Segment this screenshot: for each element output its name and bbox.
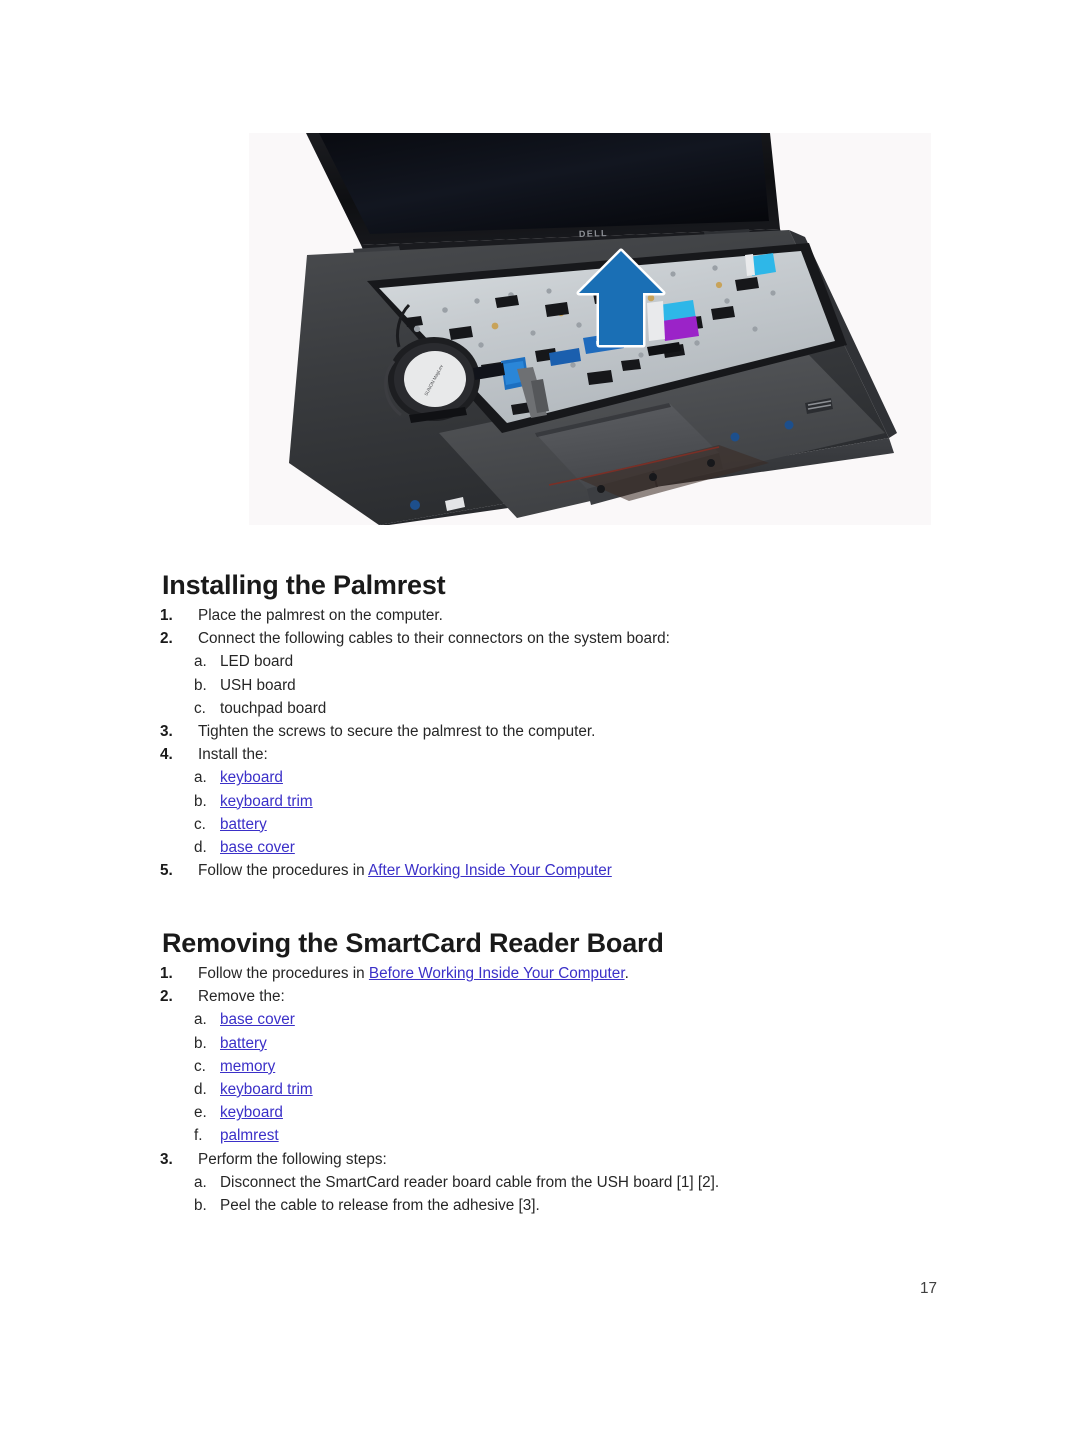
list-marker: 2. — [160, 630, 173, 648]
list-marker: 1. — [160, 965, 173, 982]
link-keyboard-trim[interactable]: keyboard trim — [220, 793, 313, 810]
list-item: b. keyboard trim — [160, 791, 980, 814]
link-before-working-inside-your-computer[interactable]: Before Working Inside Your Computer — [369, 965, 625, 982]
link-base-cover[interactable]: base cover — [220, 839, 295, 856]
list-marker: d. — [194, 838, 207, 856]
list-text-after: . — [624, 965, 629, 982]
link-keyboard[interactable]: keyboard — [220, 769, 283, 786]
list-marker: b. — [194, 792, 207, 810]
link-palmrest[interactable]: palmrest — [220, 1127, 279, 1144]
list-marker: f. — [194, 1127, 203, 1145]
procedure-list-removing-the-smartcard-reader-board: 1. Follow the procedures in Before Worki… — [160, 963, 980, 1218]
list-item: a. LED board — [160, 651, 980, 674]
page-heading-installing-the-palmrest: Installing the Palmrest — [162, 570, 446, 601]
list-text-before: Follow the procedures in — [198, 862, 369, 880]
list-item: 4. Install the: — [160, 744, 980, 767]
list-text: Install the: — [198, 746, 268, 764]
list-marker: a. — [194, 769, 207, 787]
list-item: a. base cover — [160, 1009, 980, 1032]
list-item: b. battery — [160, 1033, 980, 1056]
list-item: b. USH board — [160, 675, 980, 698]
list-marker: e. — [194, 1104, 207, 1122]
list-item: 5. Follow the procedures in After Workin… — [160, 860, 980, 883]
list-marker: a. — [194, 1173, 207, 1191]
procedure-list-installing-the-palmrest: 1. Place the palmrest on the computer. 2… — [160, 605, 980, 883]
link-keyboard-trim[interactable]: keyboard trim — [220, 1081, 313, 1098]
link-battery[interactable]: battery — [220, 1035, 267, 1052]
list-text: LED board — [220, 653, 294, 671]
list-marker: c. — [194, 1057, 206, 1075]
link-memory[interactable]: memory — [220, 1058, 275, 1075]
list-text: Place the palmrest on the computer. — [198, 607, 443, 624]
list-text: Remove the: — [198, 988, 285, 1006]
list-marker: d. — [194, 1080, 207, 1098]
palmrest-removal-photo: DELL SUNON MagLev — [249, 133, 931, 525]
list-marker: 2. — [160, 988, 173, 1006]
list-text: Perform the following steps: — [198, 1150, 387, 1168]
list-text: Tighten the screws to secure the palmres… — [198, 722, 596, 740]
link-after-working-inside-your-computer[interactable]: After Working Inside Your Computer — [368, 862, 612, 879]
list-item: c. battery — [160, 814, 980, 837]
list-item: a. keyboard — [160, 767, 980, 790]
list-marker: 1. — [160, 607, 173, 624]
list-text: Disconnect the SmartCard reader board ca… — [220, 1173, 720, 1191]
list-text: Peel the cable to release from the adhes… — [220, 1196, 540, 1214]
list-marker: b. — [194, 676, 207, 694]
list-item: b. Peel the cable to release from the ad… — [160, 1195, 980, 1218]
list-marker: c. — [194, 815, 206, 833]
list-text: USH board — [220, 676, 296, 694]
list-text-before: Follow the procedures in — [198, 965, 369, 982]
list-item: d. keyboard trim — [160, 1079, 980, 1102]
page-number: 17 — [920, 1280, 938, 1297]
list-marker: 4. — [160, 746, 173, 764]
list-item: a. Disconnect the SmartCard reader board… — [160, 1172, 980, 1195]
list-item: f. palmrest — [160, 1125, 980, 1148]
list-item: 3. Perform the following steps: — [160, 1149, 980, 1172]
list-item: 3. Tighten the screws to secure the palm… — [160, 721, 980, 744]
dell-logo-text: DELL — [579, 228, 608, 239]
list-marker: 3. — [160, 722, 173, 740]
list-item: d. base cover — [160, 837, 980, 860]
list-text: Connect the following cables to their co… — [198, 630, 670, 648]
link-battery[interactable]: battery — [220, 816, 267, 833]
list-item: 2. Connect the following cables to their… — [160, 628, 980, 651]
list-item: c. memory — [160, 1056, 980, 1079]
list-marker: a. — [194, 1011, 207, 1029]
list-marker: 5. — [160, 862, 173, 880]
page-heading-removing-the-smartcard-reader-board: Removing the SmartCard Reader Board — [162, 928, 664, 959]
list-item: 2. Remove the: — [160, 986, 980, 1009]
list-item: e. keyboard — [160, 1102, 980, 1125]
list-item: c. touchpad board — [160, 698, 980, 721]
list-marker: c. — [194, 699, 206, 717]
list-marker: a. — [194, 653, 207, 671]
list-item: 1. Place the palmrest on the computer. — [160, 605, 980, 628]
list-marker: b. — [194, 1196, 207, 1214]
list-item: 1. Follow the procedures in Before Worki… — [160, 963, 980, 986]
link-base-cover[interactable]: base cover — [220, 1011, 295, 1028]
list-text: touchpad board — [220, 699, 327, 717]
laptop-photo-illustration: DELL SUNON MagLev — [249, 133, 931, 525]
list-marker: 3. — [160, 1150, 173, 1168]
list-marker: b. — [194, 1034, 207, 1052]
link-keyboard[interactable]: keyboard — [220, 1104, 283, 1121]
